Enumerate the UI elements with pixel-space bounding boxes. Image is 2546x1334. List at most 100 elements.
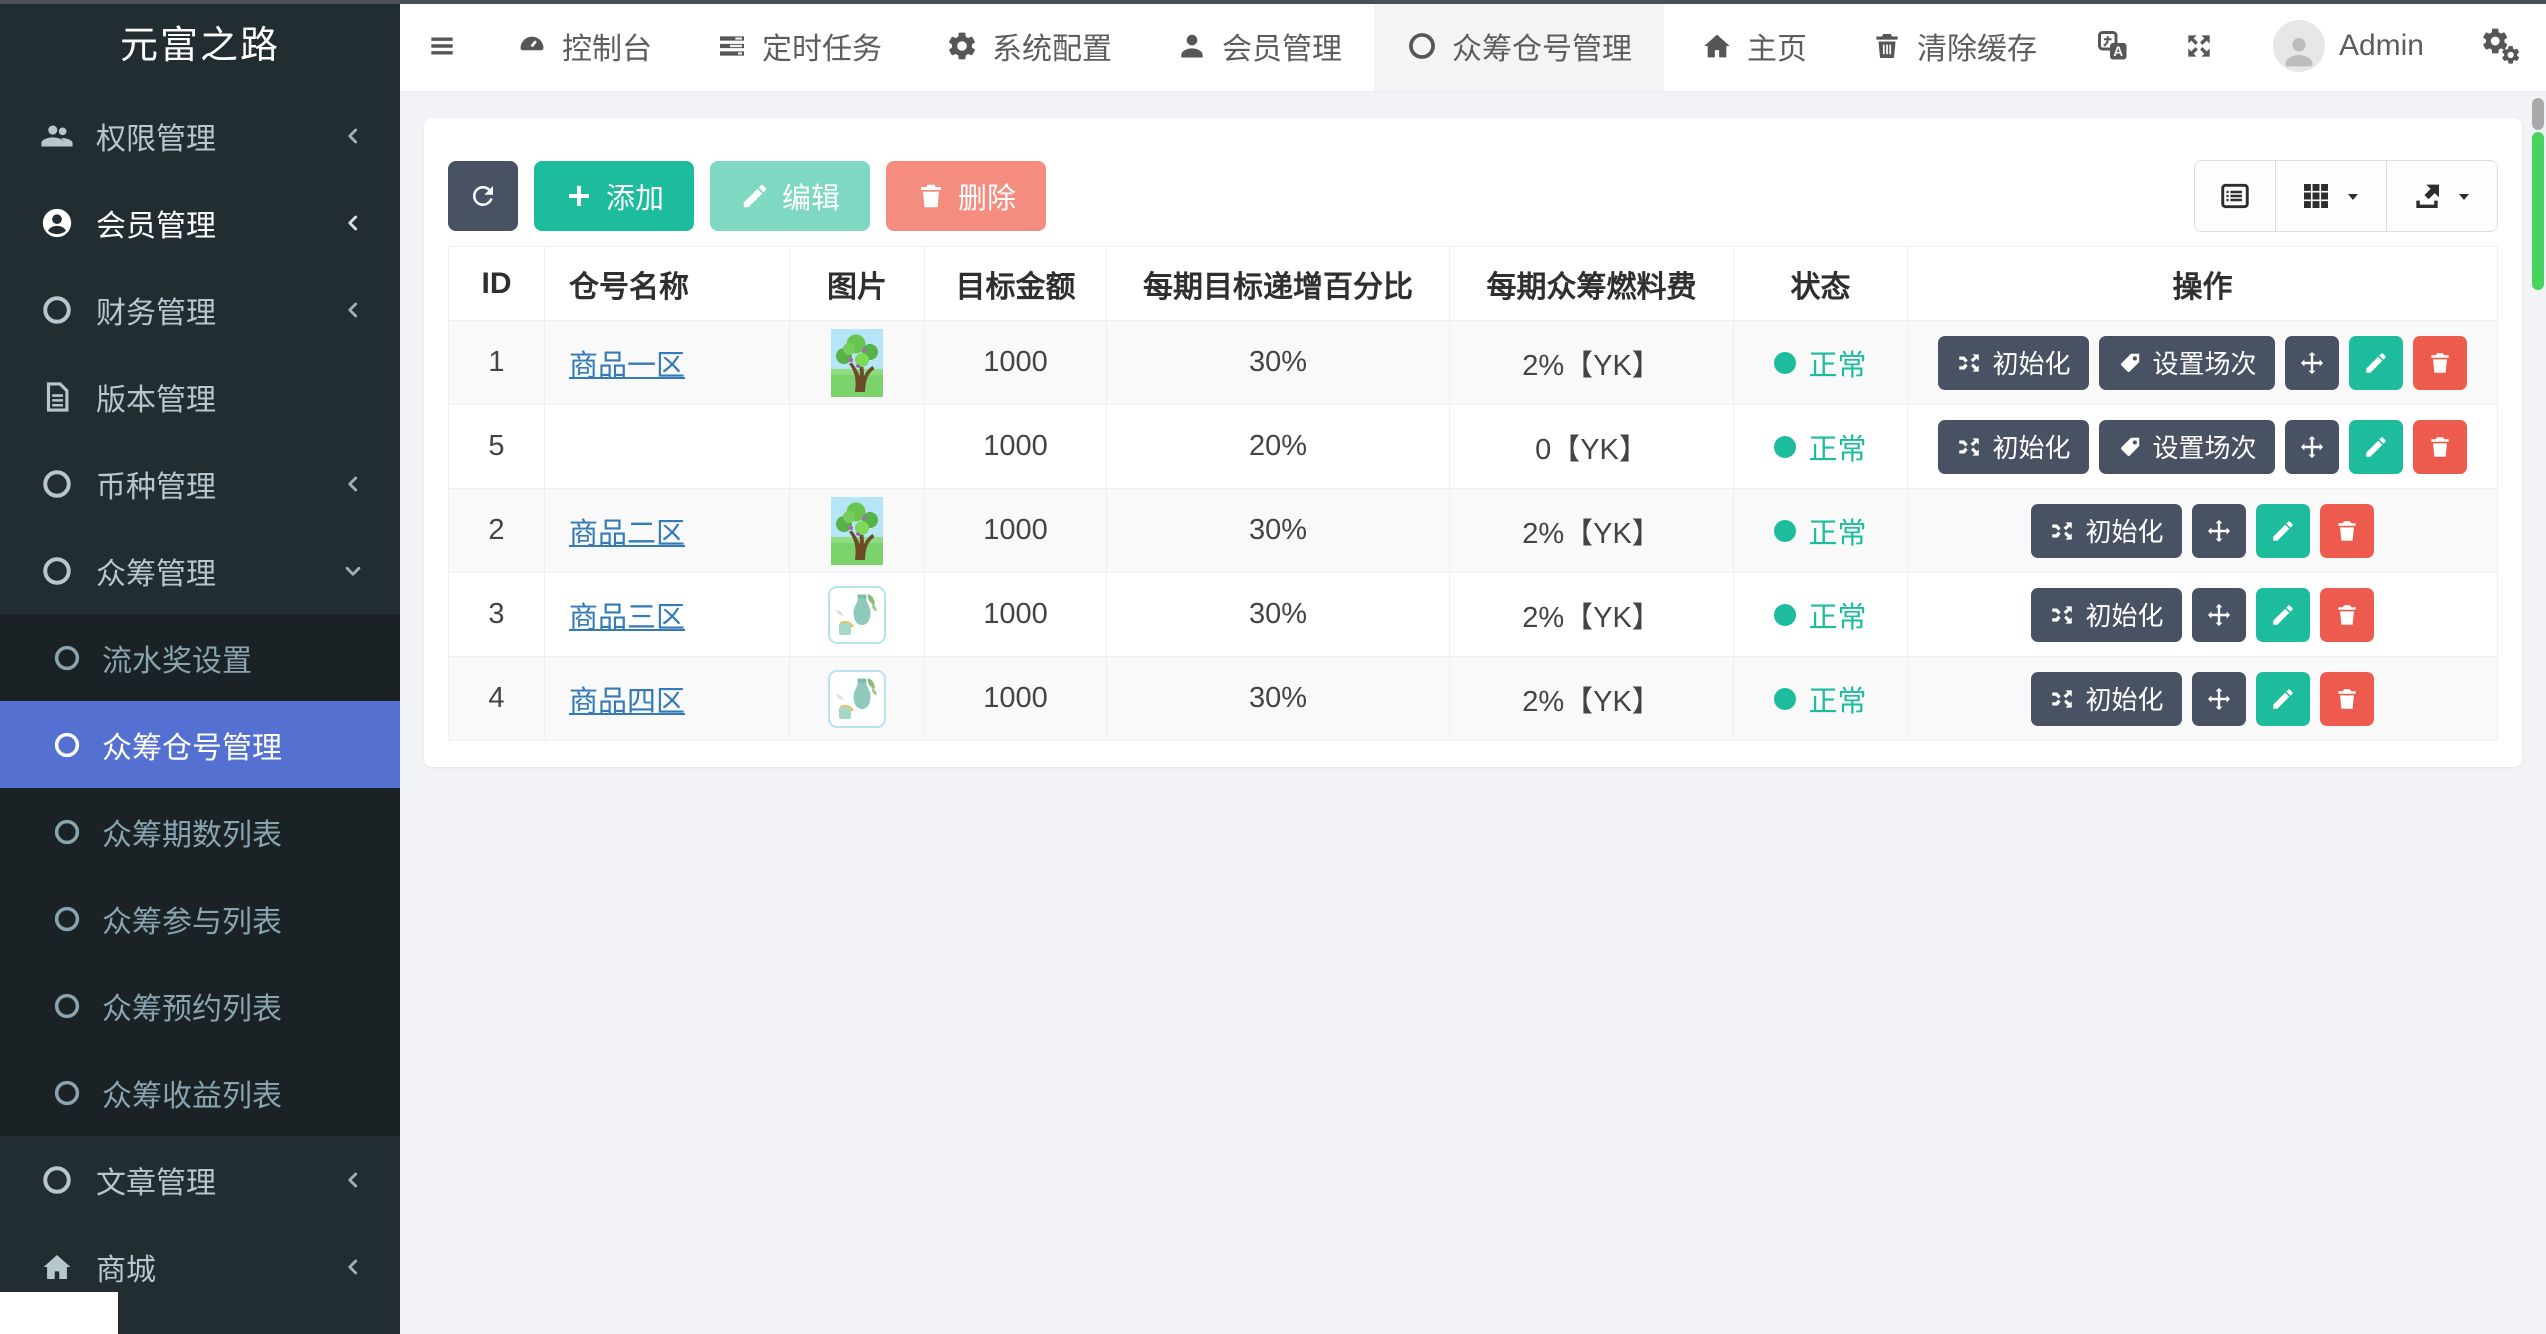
add-button[interactable]: 添加 bbox=[534, 161, 695, 231]
tab-crowdfund-warehouse[interactable]: 众筹仓号管理 bbox=[1374, 0, 1664, 91]
sidebar-item-members[interactable]: 会员管理 bbox=[0, 179, 400, 266]
row-edit-button[interactable] bbox=[2255, 671, 2310, 726]
refresh-button[interactable] bbox=[448, 161, 518, 231]
warehouse-thumbnail-vase[interactable] bbox=[828, 669, 886, 728]
row-edit-button[interactable] bbox=[2255, 503, 2310, 558]
row-edit-button[interactable] bbox=[2348, 335, 2403, 390]
cell-target-money: 1000 bbox=[924, 404, 1107, 489]
cell-name-empty bbox=[544, 404, 790, 489]
row-delete-button[interactable] bbox=[2319, 503, 2374, 558]
delete-button[interactable]: 删除 bbox=[886, 161, 1047, 231]
sidebar-subitem-label: 流水奖设置 bbox=[102, 644, 252, 678]
warehouse-thumbnail-tree[interactable] bbox=[831, 496, 883, 565]
warehouse-thumbnail-vase[interactable] bbox=[828, 585, 886, 644]
col-header-fuel[interactable]: 每期众筹燃料费 bbox=[1449, 246, 1734, 321]
clear-cache-button[interactable]: 清除缓存 bbox=[1839, 0, 2069, 91]
sidebar-item-permissions[interactable]: 权限管理 bbox=[0, 92, 400, 179]
row-delete-button[interactable] bbox=[2319, 671, 2374, 726]
tasks-icon bbox=[716, 30, 748, 62]
fullscreen-button[interactable] bbox=[2157, 0, 2241, 91]
row-delete-button[interactable] bbox=[2412, 419, 2467, 474]
col-header-money[interactable]: 目标金额 bbox=[924, 246, 1107, 321]
sidebar-subitem-warehouse-manage[interactable]: 众筹仓号管理 bbox=[0, 701, 400, 788]
chevron-left-icon bbox=[340, 1167, 366, 1193]
sidebar-subitem-participation-list[interactable]: 众筹参与列表 bbox=[0, 875, 400, 962]
sidebar-subitem-reservation-list[interactable]: 众筹预约列表 bbox=[0, 962, 400, 1049]
trash-icon bbox=[2334, 602, 2360, 628]
col-header-image[interactable]: 图片 bbox=[789, 246, 925, 321]
sidebar-subitem-flow-reward[interactable]: 流水奖设置 bbox=[0, 614, 400, 701]
tab-member-manage[interactable]: 会员管理 bbox=[1144, 0, 1374, 91]
cell-id: 2 bbox=[448, 488, 545, 573]
caret-down-icon bbox=[2344, 190, 2362, 202]
tab-label: 会员管理 bbox=[1222, 32, 1342, 66]
warehouse-name-link[interactable]: 商品二区 bbox=[569, 518, 685, 550]
edit-button[interactable]: 编辑 bbox=[710, 161, 871, 231]
row-edit-button[interactable] bbox=[2348, 419, 2403, 474]
language-button[interactable] bbox=[2069, 0, 2157, 91]
tab-dashboard[interactable]: 控制台 bbox=[484, 0, 684, 91]
sidebar-item-version[interactable]: 版本管理 bbox=[0, 353, 400, 440]
warehouse-thumbnail-tree[interactable] bbox=[831, 328, 883, 397]
move-button[interactable] bbox=[2284, 419, 2339, 474]
tab-scheduled-tasks[interactable]: 定时任务 bbox=[684, 0, 914, 91]
sidebar-subitem-label: 众筹收益列表 bbox=[102, 1079, 282, 1113]
sidebar-subitem-earnings-list[interactable]: 众筹收益列表 bbox=[0, 1049, 400, 1136]
export-dropdown-button[interactable] bbox=[2386, 161, 2497, 231]
set-session-button[interactable]: 设置场次 bbox=[2098, 419, 2275, 474]
user-menu[interactable]: Admin bbox=[2241, 0, 2456, 91]
move-button[interactable] bbox=[2191, 503, 2246, 558]
status-badge: 正常 bbox=[1774, 594, 1867, 636]
col-header-percent[interactable]: 每期目标递增百分比 bbox=[1106, 246, 1450, 321]
sidebar-subitem-period-list[interactable]: 众筹期数列表 bbox=[0, 788, 400, 875]
main-content: 添加 编辑 删除 ID 仓号名称 图片 目标金额 每期目标递增百分比 每期众筹燃… bbox=[400, 92, 2546, 1334]
table-card: 添加 编辑 删除 ID 仓号名称 图片 目标金额 每期目标递增百分比 每期众筹燃… bbox=[424, 118, 2522, 767]
move-button[interactable] bbox=[2284, 335, 2339, 390]
cell-percent: 30% bbox=[1106, 320, 1450, 405]
row-edit-button[interactable] bbox=[2255, 587, 2310, 642]
sidebar-item-articles[interactable]: 文章管理 bbox=[0, 1136, 400, 1223]
row-delete-button[interactable] bbox=[2412, 335, 2467, 390]
scrollbar-top-cap[interactable] bbox=[2532, 98, 2544, 130]
sidebar-item-crowdfunding[interactable]: 众筹管理 bbox=[0, 527, 400, 614]
sidebar-toggle-button[interactable] bbox=[400, 0, 484, 91]
sidebar-item-currency[interactable]: 币种管理 bbox=[0, 440, 400, 527]
home-icon bbox=[1701, 30, 1733, 62]
init-button[interactable]: 初始化 bbox=[1938, 419, 2089, 474]
home-button[interactable]: 主页 bbox=[1669, 0, 1839, 91]
status-badge: 正常 bbox=[1774, 678, 1867, 720]
col-header-id[interactable]: ID bbox=[448, 246, 545, 321]
pencil-icon bbox=[2363, 350, 2389, 376]
warehouse-name-link[interactable]: 商品三区 bbox=[569, 602, 685, 634]
warehouse-name-link[interactable]: 商品一区 bbox=[569, 350, 685, 382]
top-navbar: 控制台 定时任务 系统配置 会员管理 众筹仓号管理 主页 清除缓存 Admin bbox=[400, 0, 2546, 92]
tab-system-config[interactable]: 系统配置 bbox=[914, 0, 1144, 91]
circle-icon bbox=[40, 554, 74, 588]
chevron-left-icon bbox=[340, 1254, 366, 1280]
chevron-down-icon bbox=[340, 558, 366, 584]
pencil-icon bbox=[2270, 602, 2296, 628]
warehouse-name-link[interactable]: 商品四区 bbox=[569, 686, 685, 718]
init-button[interactable]: 初始化 bbox=[2031, 587, 2182, 642]
init-button[interactable]: 初始化 bbox=[2031, 503, 2182, 558]
settings-button[interactable] bbox=[2456, 0, 2546, 91]
row-delete-button[interactable] bbox=[2319, 587, 2374, 642]
navbar-right: 主页 清除缓存 Admin bbox=[1669, 0, 2546, 91]
sidebar-item-finance[interactable]: 财务管理 bbox=[0, 266, 400, 353]
move-button[interactable] bbox=[2191, 587, 2246, 642]
set-session-button[interactable]: 设置场次 bbox=[2098, 335, 2275, 390]
expand-icon bbox=[2183, 30, 2215, 62]
init-button[interactable]: 初始化 bbox=[1938, 335, 2089, 390]
col-header-name[interactable]: 仓号名称 bbox=[544, 246, 790, 321]
scrollbar-thumb[interactable] bbox=[2532, 132, 2544, 290]
sidebar-item-label: 版本管理 bbox=[96, 383, 216, 417]
init-button[interactable]: 初始化 bbox=[2031, 671, 2182, 726]
status-badge: 正常 bbox=[1774, 510, 1867, 552]
status-dot-icon bbox=[1774, 435, 1797, 458]
columns-dropdown-button[interactable] bbox=[2275, 161, 2386, 231]
gear-icon bbox=[946, 30, 978, 62]
sidebar-item-label: 币种管理 bbox=[96, 470, 216, 504]
detail-view-button[interactable] bbox=[2195, 161, 2275, 231]
move-button[interactable] bbox=[2191, 671, 2246, 726]
col-header-status[interactable]: 状态 bbox=[1733, 246, 1908, 321]
